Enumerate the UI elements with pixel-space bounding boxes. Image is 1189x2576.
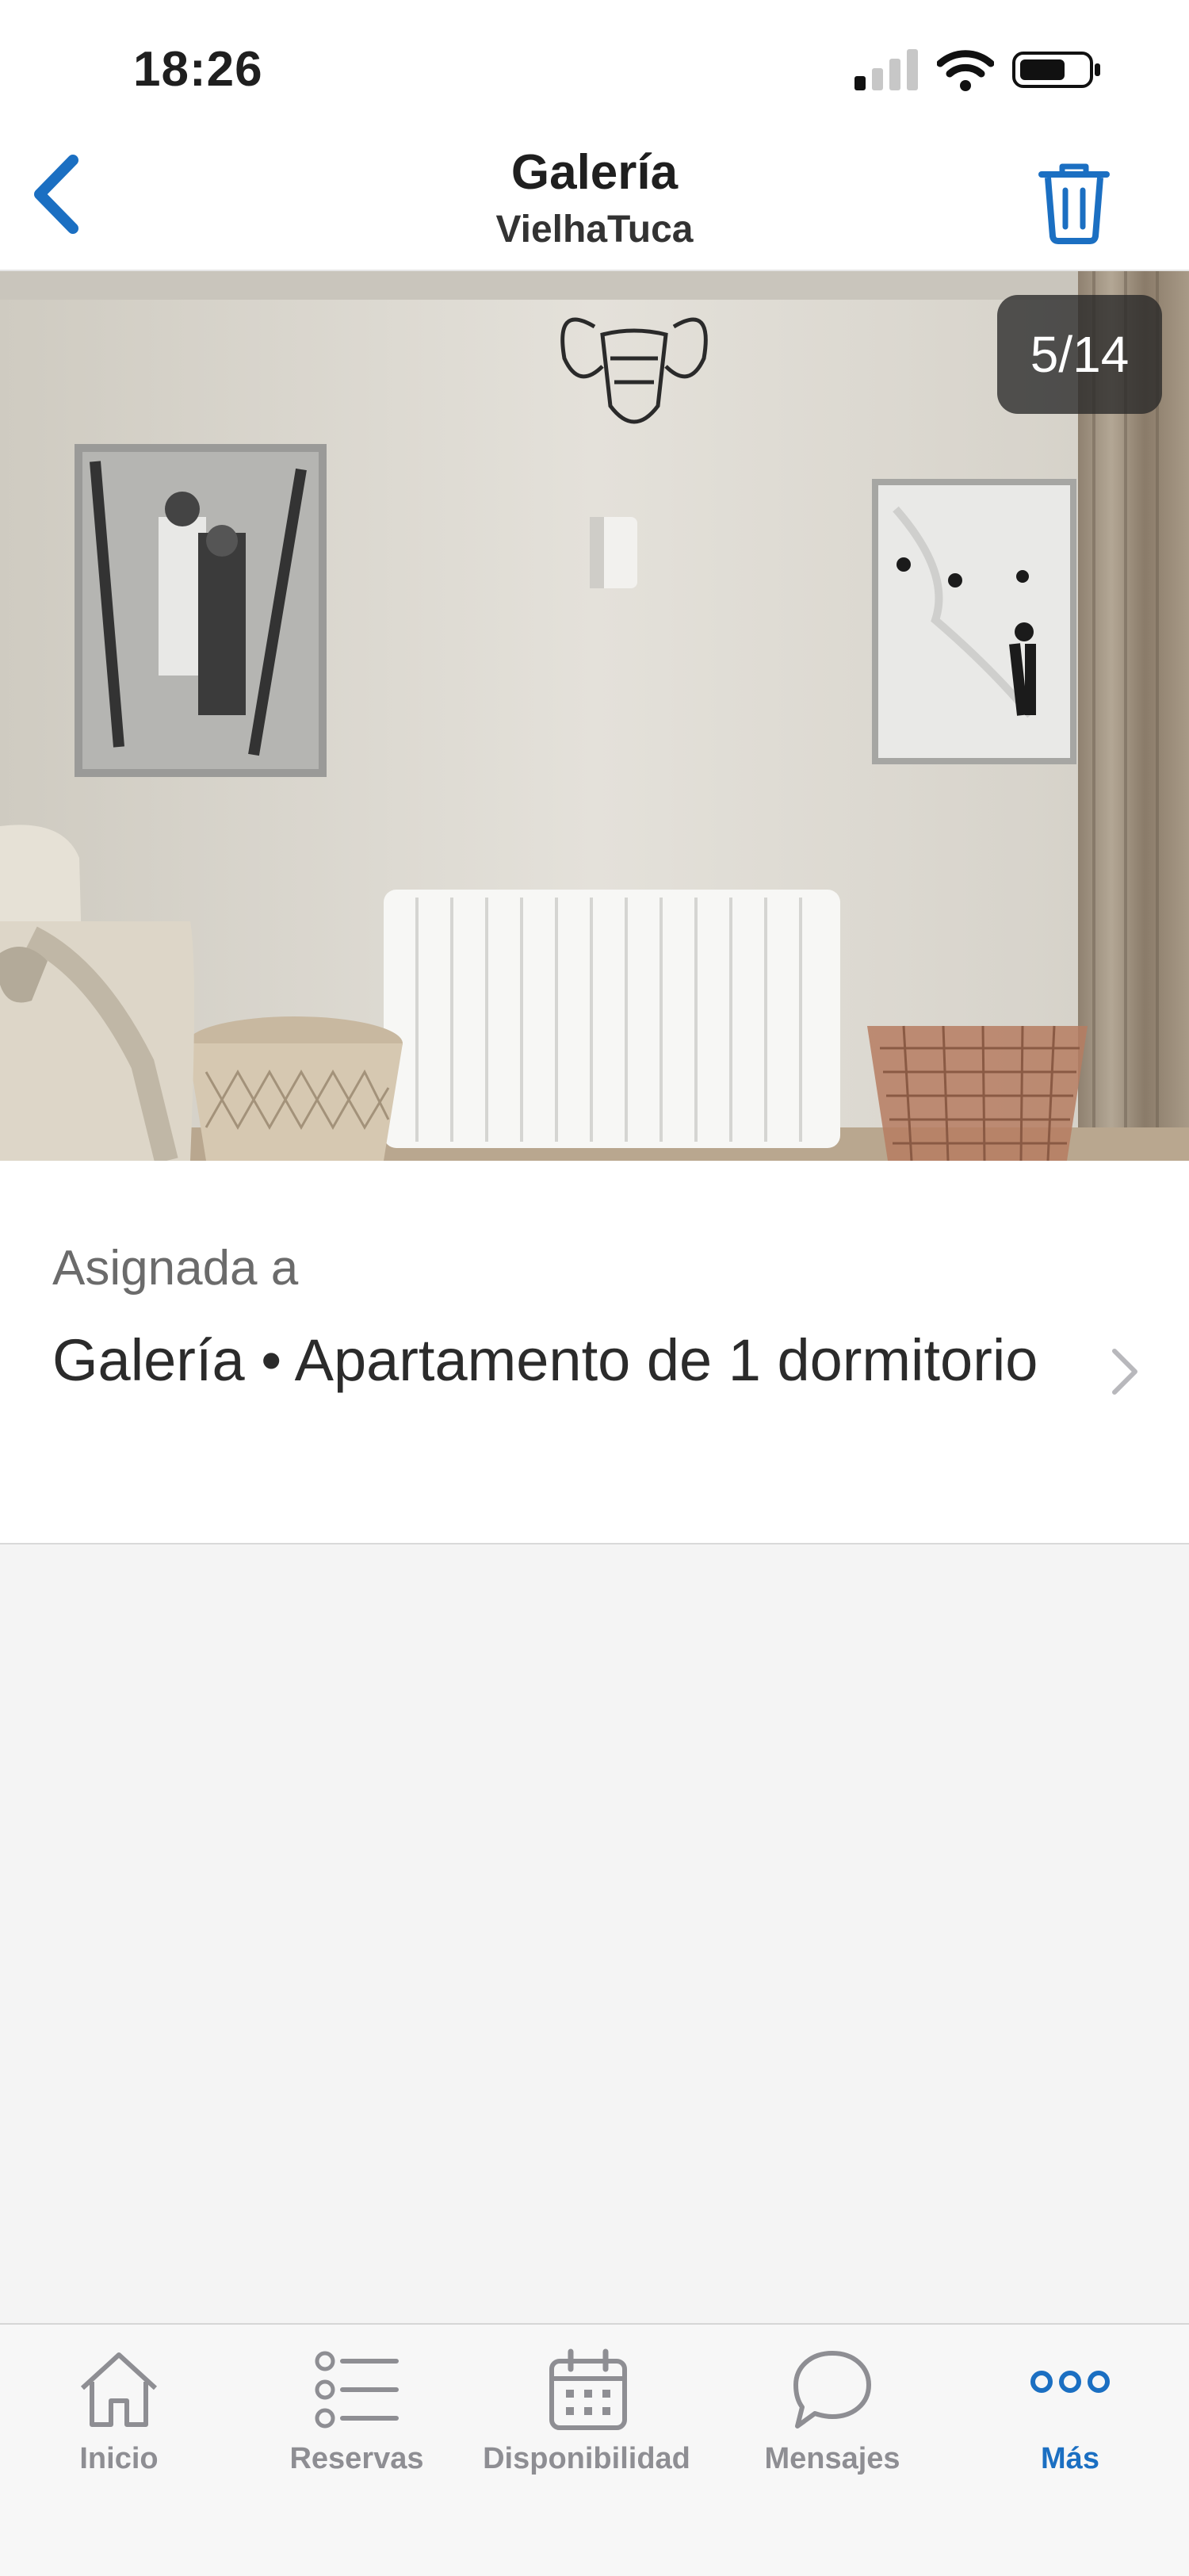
trash-icon[interactable]	[1030, 159, 1118, 246]
assigned-to-row[interactable]: Asignada a Galería • Apartamento de 1 do…	[0, 1161, 1189, 1544]
tab-label-mensajes: Mensajes	[764, 2442, 900, 2475]
photo-counter-badge: 5/14	[997, 295, 1162, 414]
status-time: 18:26	[133, 42, 263, 97]
more-dots-icon	[1030, 2371, 1110, 2393]
tab-label-inicio: Inicio	[79, 2442, 159, 2475]
back-chevron-icon[interactable]	[24, 151, 95, 238]
chat-bubble-icon	[793, 2351, 871, 2429]
tab-mensajes[interactable]: Mensajes	[713, 2325, 951, 2576]
tab-inicio[interactable]: Inicio	[0, 2325, 238, 2576]
wifi-icon	[937, 50, 994, 91]
assigned-to-label: Asignada a	[52, 1241, 299, 1296]
tab-bar: Inicio Reservas Disponibilidad Mensajes	[0, 2323, 1189, 2576]
navigation-bar: Galería VielhaTuca	[0, 135, 1189, 271]
cellular-signal-icon	[854, 49, 918, 90]
assigned-to-value: Galería • Apartamento de 1 dormitorio	[52, 1327, 1038, 1393]
tab-reservas[interactable]: Reservas	[238, 2325, 476, 2576]
status-bar: 18:26	[0, 0, 1189, 135]
list-icon	[315, 2351, 399, 2429]
tab-label-disponibilidad: Disponibilidad	[483, 2442, 690, 2475]
page-subtitle: VielhaTuca	[495, 209, 694, 251]
home-icon	[80, 2352, 158, 2427]
page-title: Galería	[510, 145, 679, 200]
tab-label-reservas: Reservas	[289, 2442, 424, 2475]
tab-label-mas: Más	[1041, 2442, 1099, 2475]
battery-icon	[1012, 52, 1100, 88]
tab-disponibilidad[interactable]: Disponibilidad	[476, 2325, 698, 2576]
calendar-icon	[549, 2348, 627, 2430]
tab-mas[interactable]: Más	[951, 2325, 1189, 2576]
chevron-right-icon	[1112, 1349, 1137, 1395]
